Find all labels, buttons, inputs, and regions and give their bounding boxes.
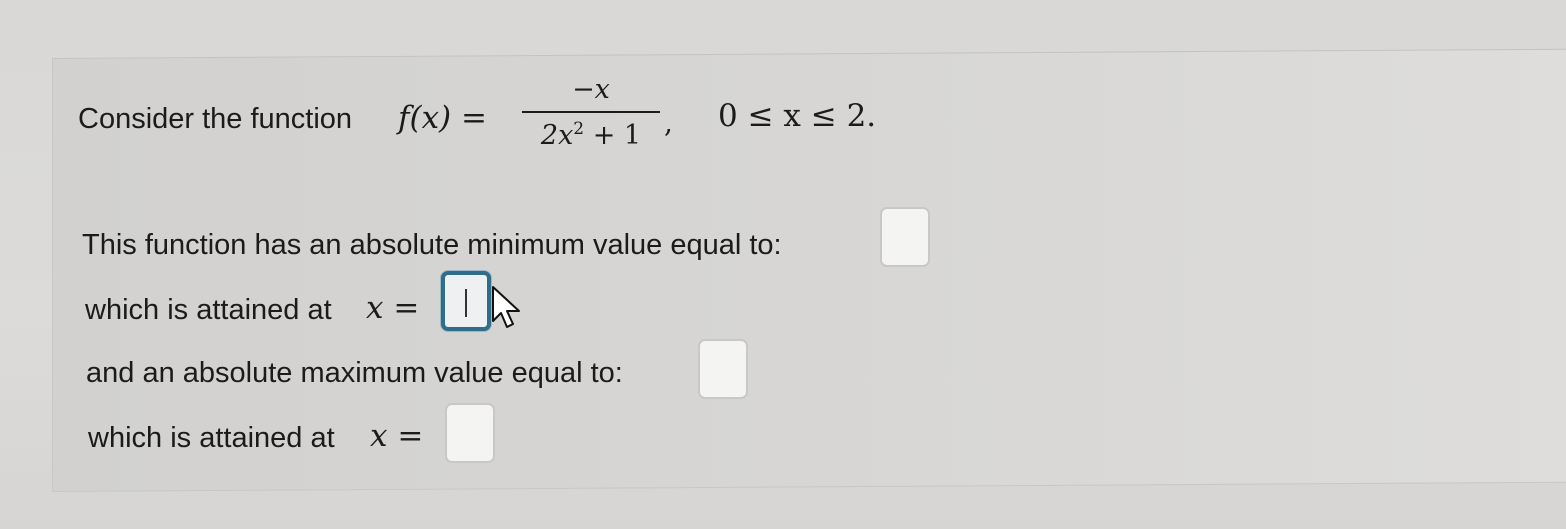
mouse-pointer-icon (492, 286, 520, 328)
function-comma: , (664, 106, 673, 139)
max-value-input[interactable] (698, 339, 748, 399)
question-intro: Consider the function (78, 103, 353, 135)
min-value-input[interactable] (880, 207, 930, 267)
fraction-numerator: −x (572, 74, 610, 105)
function-fraction: −x 2x2 + 1 (522, 74, 660, 151)
min-at-x-equals: x = (366, 290, 420, 326)
min-value-label: This function has an absolute minimum va… (82, 229, 782, 261)
fraction-bar (522, 111, 660, 113)
min-at-label: which is attained at (85, 294, 332, 326)
function-domain: 0 ≤ x ≤ 2. (718, 98, 877, 134)
max-at-label: which is attained at (88, 422, 335, 454)
max-value-label: and an absolute maximum value equal to: (86, 357, 623, 389)
text-caret (465, 289, 467, 317)
min-at-input[interactable] (441, 271, 491, 331)
max-at-x-equals: x = (370, 418, 424, 454)
function-lhs: f(x) = (398, 100, 487, 136)
max-at-input[interactable] (445, 403, 495, 463)
fraction-denominator: 2x2 + 1 (540, 119, 642, 151)
